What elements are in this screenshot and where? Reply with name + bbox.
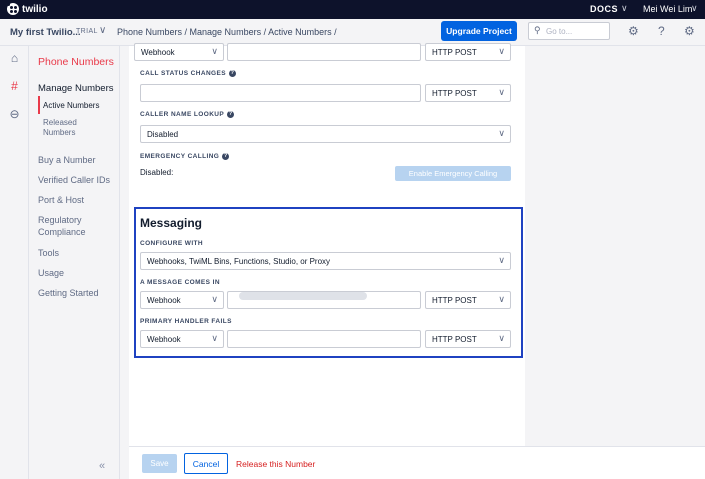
configure-panel: Webhook ∨ HTTP POST ∨ CALL STATUS CHANGES?… (129, 43, 525, 446)
call-status-label: CALL STATUS CHANGES? (140, 70, 236, 77)
label-text: PRIMARY HANDLER FAILS (140, 318, 232, 325)
more-icon[interactable]: ⊖ (0, 104, 29, 124)
chevron-down-icon: ∨ (498, 255, 505, 265)
sidebar-item-tools[interactable]: Tools (38, 247, 118, 259)
action-footer: Save Cancel Release this Number (129, 446, 705, 479)
gear-icon[interactable]: ⚙ (684, 24, 695, 38)
search-input[interactable]: ⚲ Go to... (528, 22, 610, 40)
cancel-button[interactable]: Cancel (184, 453, 228, 474)
messaging-title: Messaging (140, 216, 203, 230)
select-value: HTTP POST (432, 296, 477, 305)
sidebar-item-manage-numbers[interactable]: Manage Numbers (38, 83, 114, 94)
call-status-method-select[interactable]: HTTP POST ∨ (425, 84, 511, 102)
select-value: Disabled (147, 130, 179, 139)
select-value: Webhook (141, 48, 175, 57)
chevron-down-icon: ∨ (498, 128, 505, 138)
upgrade-project-button[interactable]: Upgrade Project (441, 21, 517, 41)
message-comes-in-type-select[interactable]: Webhook ∨ (140, 291, 224, 309)
main-content: Webhook ∨ HTTP POST ∨ CALL STATUS CHANGES?… (120, 43, 705, 479)
http-method-select[interactable]: HTTP POST ∨ (425, 43, 511, 61)
chevron-down-icon: ∨ (211, 294, 218, 304)
search-icon: ⚲ (534, 25, 541, 35)
active-indicator (38, 96, 40, 114)
brand-name: twilio (22, 3, 48, 15)
help-icon[interactable]: ? (658, 24, 665, 38)
chevron-down-icon: ∨ (498, 294, 505, 304)
call-status-url-input[interactable] (140, 84, 421, 102)
label-text: CALL STATUS CHANGES (140, 70, 226, 77)
sidebar-item-buy-number[interactable]: Buy a Number (38, 154, 118, 166)
select-value: HTTP POST (432, 89, 477, 98)
url-input[interactable] (227, 43, 421, 61)
sidebar: Phone Numbers Manage Numbers Active Numb… (29, 46, 120, 479)
docs-link[interactable]: DOCS (590, 4, 618, 14)
enable-emergency-calling-button[interactable]: Enable Emergency Calling (395, 166, 511, 181)
chevron-down-icon[interactable]: ∨ (621, 3, 628, 14)
primary-handler-fails-type-select[interactable]: Webhook ∨ (140, 330, 224, 348)
project-name[interactable]: My first Twilio... (10, 27, 81, 38)
label-text: EMERGENCY CALLING (140, 153, 220, 160)
project-header: My first Twilio... TRIAL ∨ Phone Numbers… (0, 19, 705, 46)
bug-icon[interactable]: ⚙ (628, 24, 639, 38)
primary-handler-fails-url-input[interactable] (227, 330, 421, 348)
sidebar-item-getting-started[interactable]: Getting Started (38, 287, 118, 299)
help-icon[interactable]: ? (222, 153, 230, 160)
twilio-logo[interactable]: twilio (7, 3, 48, 15)
hash-icon[interactable]: # (0, 76, 29, 96)
chevron-down-icon[interactable]: ∨ (691, 3, 698, 14)
sidebar-item-regulatory-compliance[interactable]: Regulatory Compliance (38, 214, 98, 238)
sidebar-item-usage[interactable]: Usage (38, 267, 118, 279)
webhook-select[interactable]: Webhook ∨ (134, 43, 224, 61)
home-icon[interactable]: ⌂ (0, 48, 29, 68)
message-comes-in-method-select[interactable]: HTTP POST ∨ (425, 291, 511, 309)
save-button[interactable]: Save (142, 454, 177, 473)
select-value: Webhook (147, 335, 181, 344)
collapse-sidebar-icon[interactable]: « (99, 460, 105, 472)
emergency-calling-label: EMERGENCY CALLING? (140, 153, 230, 160)
configure-with-select[interactable]: Webhooks, TwiML Bins, Functions, Studio,… (140, 252, 511, 270)
configure-with-label: CONFIGURE WITH (140, 240, 203, 247)
chevron-down-icon: ∨ (211, 46, 218, 56)
sidebar-item-released-numbers[interactable]: Released Numbers (43, 118, 99, 138)
redacted-url (239, 292, 367, 300)
message-comes-in-label: A MESSAGE COMES IN (140, 279, 220, 286)
primary-handler-fails-label: PRIMARY HANDLER FAILS (140, 318, 232, 325)
label-text: A MESSAGE COMES IN (140, 279, 220, 286)
top-bar: twilio DOCS ∨ Mei Wei Lim ∨ (0, 0, 705, 19)
caller-name-label: CALLER NAME LOOKUP? (140, 111, 235, 118)
primary-handler-fails-method-select[interactable]: HTTP POST ∨ (425, 330, 511, 348)
icon-rail: ⌂ # ⊖ (0, 46, 29, 479)
sidebar-title[interactable]: Phone Numbers (38, 56, 114, 68)
chevron-down-icon: ∨ (498, 46, 505, 56)
chevron-down-icon: ∨ (211, 333, 218, 343)
label-text: CONFIGURE WITH (140, 240, 204, 247)
emergency-status: Disabled: (140, 168, 174, 177)
select-value: HTTP POST (432, 48, 477, 57)
release-number-link[interactable]: Release this Number (236, 459, 315, 469)
sidebar-item-port-host[interactable]: Port & Host (38, 194, 118, 206)
chevron-down-icon[interactable]: ∨ (99, 25, 106, 36)
chevron-down-icon: ∨ (498, 333, 505, 343)
help-icon[interactable]: ? (227, 111, 235, 118)
sidebar-item-active-numbers[interactable]: Active Numbers (43, 101, 99, 111)
search-placeholder: Go to... (546, 27, 573, 36)
breadcrumb[interactable]: Phone Numbers / Manage Numbers / Active … (117, 27, 337, 37)
twilio-logo-icon (7, 3, 19, 15)
select-value: HTTP POST (432, 335, 477, 344)
label-text: CALLER NAME LOOKUP (140, 111, 225, 118)
sidebar-item-verified-caller-ids[interactable]: Verified Caller IDs (38, 174, 118, 186)
trial-badge: TRIAL (76, 28, 98, 35)
chevron-down-icon: ∨ (498, 87, 505, 97)
help-icon[interactable]: ? (228, 70, 236, 77)
select-value: Webhook (147, 296, 181, 305)
select-value: Webhooks, TwiML Bins, Functions, Studio,… (147, 257, 331, 266)
user-menu[interactable]: Mei Wei Lim (643, 4, 692, 14)
caller-name-select[interactable]: Disabled ∨ (140, 125, 511, 143)
